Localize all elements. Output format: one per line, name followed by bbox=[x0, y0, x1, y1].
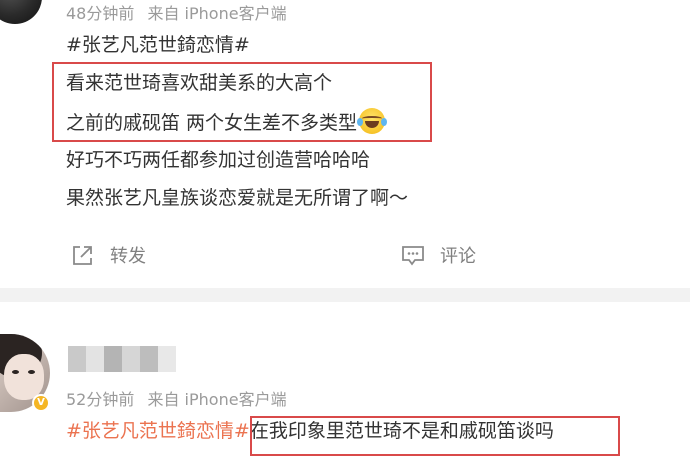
repost-button[interactable]: 转发 bbox=[70, 240, 146, 270]
post-text-line: 果然张艺凡皇族谈恋爱就是无所谓了啊～ bbox=[66, 187, 409, 209]
avatar[interactable] bbox=[0, 0, 42, 24]
verified-badge-icon: V bbox=[32, 394, 50, 412]
post-divider bbox=[0, 288, 690, 302]
weibo-post-1: 48分钟前 来自 iPhone客户端 #张艺凡范世錡恋情# 看来范世琦喜欢甜美系… bbox=[0, 0, 690, 288]
repost-label: 转发 bbox=[110, 246, 146, 267]
topic-hashtag[interactable]: #张艺凡范世錡恋情# bbox=[66, 32, 250, 58]
post-text-line-with-emoji: 之前的戚砚笛 两个女生差不多类型 bbox=[66, 108, 388, 136]
highlight-box bbox=[250, 416, 620, 456]
post-text-line: 看来范世琦喜欢甜美系的大高个 bbox=[66, 72, 333, 94]
post-text-line: 之前的戚砚笛 两个女生差不多类型 bbox=[66, 112, 358, 134]
post-source: 来自 iPhone客户端 bbox=[147, 390, 287, 409]
post-time[interactable]: 48分钟前 bbox=[66, 4, 134, 23]
share-icon bbox=[73, 246, 92, 265]
post-meta: 48分钟前 来自 iPhone客户端 bbox=[66, 0, 295, 24]
comment-button[interactable]: 评论 bbox=[400, 240, 476, 270]
comment-label: 评论 bbox=[440, 246, 476, 267]
laughing-crying-emoji-icon bbox=[357, 108, 388, 134]
weibo-post-2: V 52分钟前 来自 iPhone客户端 #张艺凡范世錡恋情#在我印象里范世琦不… bbox=[0, 302, 690, 460]
post-source: 来自 iPhone客户端 bbox=[147, 4, 287, 23]
post-time[interactable]: 52分钟前 bbox=[66, 390, 134, 409]
post-text-line: 好巧不巧两任都参加过创造营哈哈哈 bbox=[66, 149, 371, 171]
comment-icon bbox=[402, 246, 424, 266]
post-meta: 52分钟前 来自 iPhone客户端 bbox=[66, 386, 295, 410]
blurred-username[interactable] bbox=[68, 346, 176, 372]
topic-hashtag[interactable]: #张艺凡范世錡恋情# bbox=[66, 420, 250, 442]
